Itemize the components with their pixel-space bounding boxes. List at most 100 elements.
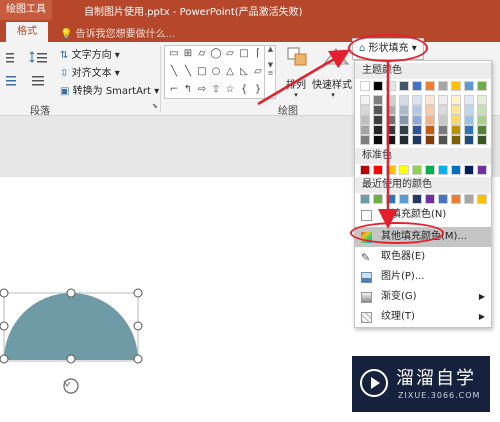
semicircle-shape[interactable] [4,293,138,360]
theme-color-swatch[interactable] [360,81,370,91]
arrow-up-shape-icon[interactable]: ⇧ [210,84,222,96]
rectangle-shape-icon[interactable]: □ [196,66,208,78]
standard-color-swatch[interactable] [438,165,448,175]
theme-shade-swatch[interactable] [477,95,487,105]
tab-format[interactable]: 格式 [6,22,48,42]
resize-handle[interactable] [133,288,143,298]
theme-shade-swatch[interactable] [477,135,487,145]
resize-handle[interactable] [66,354,76,364]
theme-shade-swatch[interactable] [412,105,422,115]
cylinder-shape-icon[interactable]: ⌭ [196,48,208,60]
brace-close-shape-icon[interactable]: } [252,84,264,96]
text-direction-button[interactable]: ⇅ 文字方向 ▾ [60,46,120,62]
textbox-shape-icon[interactable]: ▭ [168,48,180,60]
standard-color-swatch[interactable] [425,165,435,175]
theme-shade-swatch[interactable] [438,135,448,145]
tell-me-search[interactable]: 💡 告诉我您想要做什么... [60,25,175,40]
theme-shade-swatch[interactable] [451,125,461,135]
theme-shade-swatch[interactable] [464,105,474,115]
theme-shade-swatch[interactable] [451,115,461,125]
quick-styles-button[interactable]: 快速样式 ▾ [312,46,354,99]
standard-color-swatch[interactable] [412,165,422,175]
theme-shade-swatch[interactable] [451,135,461,145]
theme-shade-swatch[interactable] [412,95,422,105]
theme-shade-swatch[interactable] [360,105,370,115]
brace-shape-icon[interactable]: { [238,84,250,96]
shape-gallery[interactable]: ▭ ⊞ ⌭ ◯ ▱ □ ⌈ ╲ ╲ □ ○ △ ◺ ▱ ⌐ ↰ ⇨ ⇧ ☆ { … [164,45,276,99]
circle-shape-icon[interactable]: ○ [210,66,222,78]
recent-color-swatch[interactable] [386,194,396,204]
recent-color-swatch[interactable] [438,194,448,204]
theme-color-swatch[interactable] [477,81,487,91]
resize-handle[interactable] [66,288,76,298]
theme-color-swatch[interactable] [464,81,474,91]
theme-shade-swatch[interactable] [373,105,383,115]
theme-shade-swatch[interactable] [438,115,448,125]
theme-shade-swatch[interactable] [386,115,396,125]
rotate-handle-icon[interactable] [63,378,79,394]
standard-color-swatch[interactable] [477,165,487,175]
recent-color-swatch[interactable] [373,194,383,204]
theme-shade-swatch[interactable] [399,115,409,125]
theme-shade-swatch[interactable] [464,135,474,145]
align-text-button[interactable]: ⇳ 对齐文本 ▾ [60,64,120,80]
theme-shade-swatch[interactable] [386,125,396,135]
theme-shade-swatch[interactable] [451,105,461,115]
recent-color-swatch[interactable] [425,194,435,204]
theme-shade-swatch[interactable] [386,135,396,145]
theme-color-swatch[interactable] [425,81,435,91]
resize-handle[interactable] [133,354,143,364]
theme-shade-swatch[interactable] [360,115,370,125]
recent-color-swatch[interactable] [360,194,370,204]
standard-color-swatch[interactable] [464,165,474,175]
theme-shade-swatch[interactable] [412,135,422,145]
theme-shade-swatch[interactable] [464,95,474,105]
recent-color-swatch[interactable] [464,194,474,204]
texture-item[interactable]: 纹理(T) ▶ [355,307,491,327]
arrange-button[interactable]: 排列 ▾ [282,46,310,99]
callout-shape-icon[interactable]: ▱ [224,48,236,60]
theme-shade-swatch[interactable] [399,95,409,105]
line-shape-icon[interactable]: ╲ [168,66,180,78]
theme-color-swatch[interactable] [373,81,383,91]
theme-shade-swatch[interactable] [425,115,435,125]
theme-shade-swatch[interactable] [399,125,409,135]
theme-shade-swatch[interactable] [425,135,435,145]
theme-color-swatch[interactable] [438,81,448,91]
theme-shade-swatch[interactable] [412,125,422,135]
theme-color-swatch[interactable] [451,81,461,91]
standard-color-swatch[interactable] [386,165,396,175]
theme-shade-swatch[interactable] [399,135,409,145]
theme-shade-swatch[interactable] [477,105,487,115]
recent-color-swatch[interactable] [399,194,409,204]
triangle-shape-icon[interactable]: △ [224,66,236,78]
theme-shade-swatch[interactable] [451,95,461,105]
theme-shade-swatch[interactable] [399,105,409,115]
elbow-shape-icon[interactable]: ⌐ [168,84,180,96]
gradient-item[interactable]: 渐变(G) ▶ [355,287,491,307]
diagonal-shape-icon[interactable]: ╲ [182,66,194,78]
theme-shade-swatch[interactable] [464,125,474,135]
theme-color-swatch[interactable] [399,81,409,91]
no-fill-item[interactable]: 无填充颜色(N) [355,205,491,225]
standard-color-swatch[interactable] [360,165,370,175]
theme-shade-swatch[interactable] [438,95,448,105]
convert-smartart-button[interactable]: ▣ 转换为 SmartArt ▾ [60,82,159,98]
standard-color-swatch[interactable] [451,165,461,175]
standard-color-swatch[interactable] [373,165,383,175]
arrow-right-shape-icon[interactable]: ⇨ [196,84,208,96]
gallery-scroll[interactable]: ▲ ▼ ≡ [264,45,276,99]
theme-shade-swatch[interactable] [425,95,435,105]
eyedropper-item[interactable]: ✎ 取色器(E) [355,247,491,267]
theme-shade-swatch[interactable] [425,105,435,115]
theme-shade-swatch[interactable] [477,115,487,125]
standard-color-swatch[interactable] [399,165,409,175]
dialog-launcher-icon[interactable]: ⬊ [152,102,158,110]
theme-shade-swatch[interactable] [425,125,435,135]
rtriangle-shape-icon[interactable]: ◺ [238,66,250,78]
theme-shade-swatch[interactable] [360,95,370,105]
theme-shade-swatch[interactable] [464,115,474,125]
list-icons[interactable] [4,50,52,67]
theme-color-swatch[interactable] [412,81,422,91]
star-shape-icon[interactable]: ☆ [224,84,236,96]
